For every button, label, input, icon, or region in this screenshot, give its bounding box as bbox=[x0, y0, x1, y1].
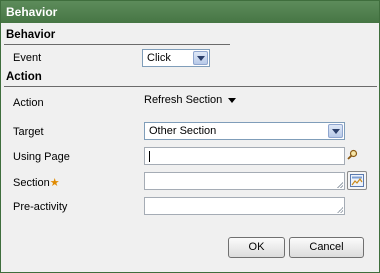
chevron-down-icon[interactable] bbox=[193, 51, 208, 65]
ok-button[interactable]: OK bbox=[228, 237, 285, 258]
action-label: Action bbox=[13, 97, 44, 109]
behavior-dialog: Behavior Behavior Event Click Action Act… bbox=[0, 0, 380, 273]
event-select-value: Click bbox=[147, 52, 171, 64]
cancel-button[interactable]: Cancel bbox=[289, 237, 364, 258]
event-select[interactable]: Click bbox=[142, 49, 210, 67]
action-menu-value: Refresh Section bbox=[144, 94, 223, 106]
section-picker-button[interactable] bbox=[347, 171, 367, 190]
magnifier-icon[interactable] bbox=[347, 149, 358, 160]
behavior-section-divider bbox=[4, 44, 230, 45]
action-section-divider bbox=[4, 86, 377, 87]
using-page-label: Using Page bbox=[13, 151, 70, 163]
resize-grip-icon[interactable] bbox=[337, 182, 343, 188]
preactivity-label: Pre-activity bbox=[13, 201, 68, 213]
required-star-icon: ★ bbox=[49, 177, 60, 189]
resize-grip-icon[interactable] bbox=[337, 207, 343, 213]
section-input[interactable] bbox=[144, 172, 345, 190]
section-label: Section★ bbox=[13, 176, 60, 189]
text-cursor bbox=[149, 151, 150, 162]
chevron-down-icon[interactable] bbox=[328, 124, 343, 138]
target-label: Target bbox=[13, 126, 44, 138]
caret-down-icon bbox=[228, 97, 237, 103]
dialog-title: Behavior bbox=[1, 1, 379, 23]
action-menu[interactable]: Refresh Section bbox=[144, 94, 237, 106]
section-label-text: Section bbox=[13, 177, 50, 189]
behavior-section-header: Behavior bbox=[6, 29, 56, 41]
using-page-input[interactable] bbox=[144, 147, 345, 165]
section-picker-icon bbox=[350, 174, 364, 187]
event-label: Event bbox=[13, 52, 42, 64]
target-select-value: Other Section bbox=[149, 125, 217, 137]
action-section-header: Action bbox=[6, 71, 42, 83]
target-select[interactable]: Other Section bbox=[144, 122, 345, 140]
preactivity-input[interactable] bbox=[144, 197, 345, 215]
